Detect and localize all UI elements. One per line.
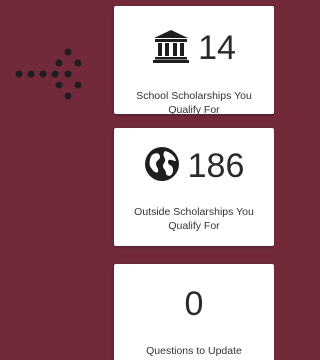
card-stat-row: 14 (114, 24, 274, 72)
card-stat-row: 186 (114, 142, 274, 190)
outside-scholarships-count: 186 (187, 147, 245, 185)
institution-icon (152, 29, 190, 68)
dotted-arrow-right-icon (15, 48, 82, 100)
school-scholarships-card[interactable]: 14 School Scholarships You Qualify For (114, 6, 274, 116)
card-stat-row: 0 (114, 280, 274, 328)
dashboard-panel: 14 School Scholarships You Qualify For 1… (0, 0, 274, 360)
globe-icon (144, 146, 180, 187)
questions-to-update-label: Questions to Update (146, 345, 242, 357)
outside-scholarships-label: Outside Scholarships You Qualify For (134, 206, 254, 232)
outside-scholarships-card[interactable]: 186 Outside Scholarships You Qualify For (114, 128, 274, 246)
questions-to-update-count: 0 (184, 285, 204, 323)
school-scholarships-count: 14 (198, 29, 236, 67)
school-scholarships-label: School Scholarships You Qualify For (136, 90, 252, 116)
questions-to-update-card[interactable]: 0 Questions to Update (114, 264, 274, 360)
